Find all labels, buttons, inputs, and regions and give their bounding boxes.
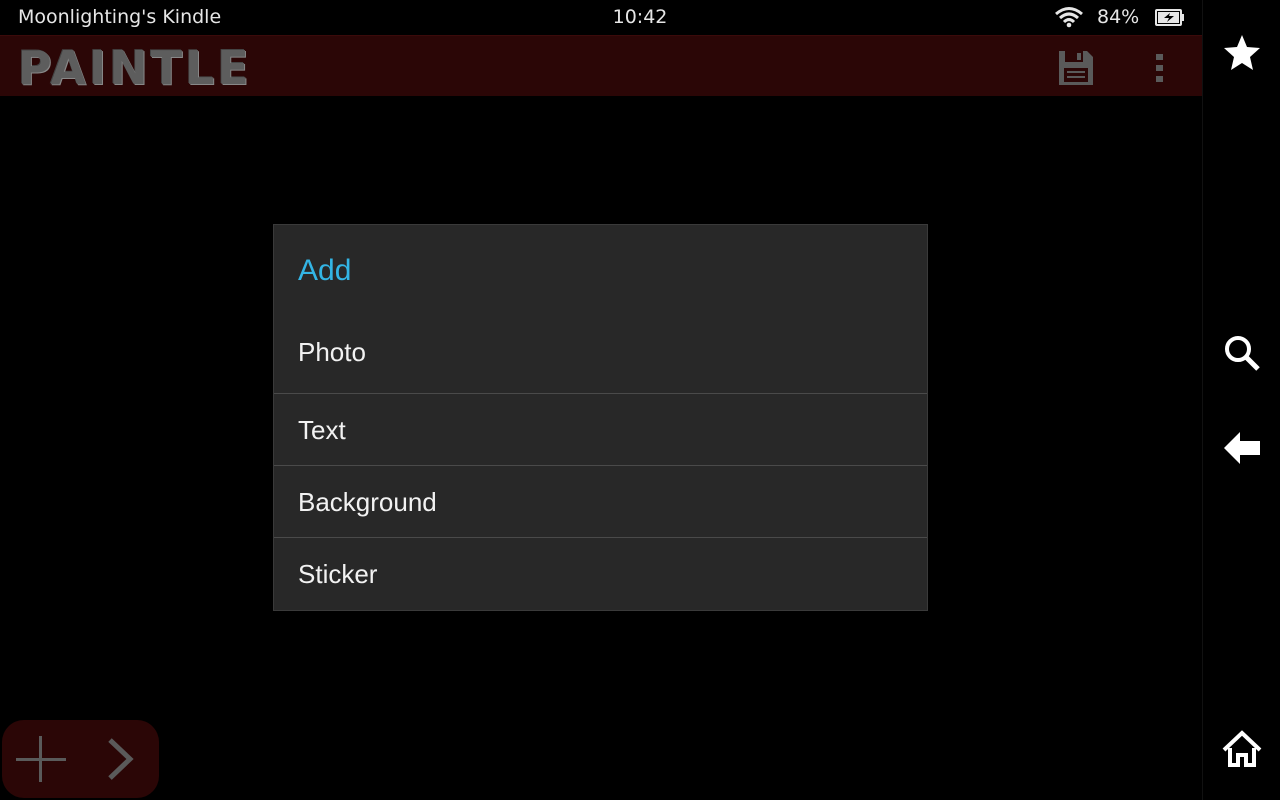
menu-item-text[interactable]: Text bbox=[274, 393, 927, 465]
menu-item-sticker[interactable]: Sticker bbox=[274, 537, 927, 609]
app-bar: PAINTLE bbox=[0, 35, 1202, 96]
app-logo: PAINTLE bbox=[18, 41, 252, 95]
bottom-toolbar bbox=[2, 720, 159, 798]
overflow-menu-icon[interactable] bbox=[1148, 48, 1172, 88]
menu-item-photo[interactable]: Photo bbox=[274, 321, 927, 393]
search-icon[interactable] bbox=[1222, 332, 1262, 372]
home-icon[interactable] bbox=[1222, 729, 1262, 769]
system-nav-bar bbox=[1202, 0, 1280, 800]
chevron-right-icon[interactable] bbox=[102, 736, 138, 782]
save-icon[interactable] bbox=[1056, 48, 1096, 88]
battery-charging-icon bbox=[1155, 9, 1184, 26]
wifi-icon bbox=[1055, 7, 1083, 28]
status-bar: Moonlighting's Kindle 10:42 84% bbox=[0, 0, 1202, 35]
back-arrow-icon[interactable] bbox=[1222, 428, 1262, 468]
dialog-menu-list: Photo Text Background Sticker bbox=[274, 321, 927, 609]
battery-percent: 84% bbox=[1097, 6, 1140, 28]
menu-item-background[interactable]: Background bbox=[274, 465, 927, 537]
clock: 10:42 bbox=[612, 6, 668, 28]
star-icon[interactable] bbox=[1222, 33, 1262, 73]
dialog-title: Add bbox=[298, 254, 352, 287]
add-dialog: Add Photo Text Background Sticker bbox=[273, 224, 928, 611]
plus-icon[interactable] bbox=[14, 734, 68, 784]
